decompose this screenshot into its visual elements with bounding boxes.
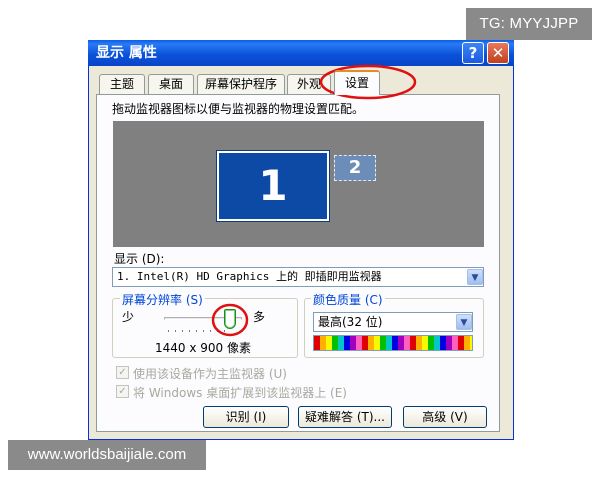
annotation-overlay — [211, 64, 417, 337]
slider-annotation-circle — [211, 303, 249, 337]
tab-settings[interactable]: 设置 — [334, 70, 380, 95]
website-watermark: www.worldsbaijiale.com — [8, 440, 206, 470]
